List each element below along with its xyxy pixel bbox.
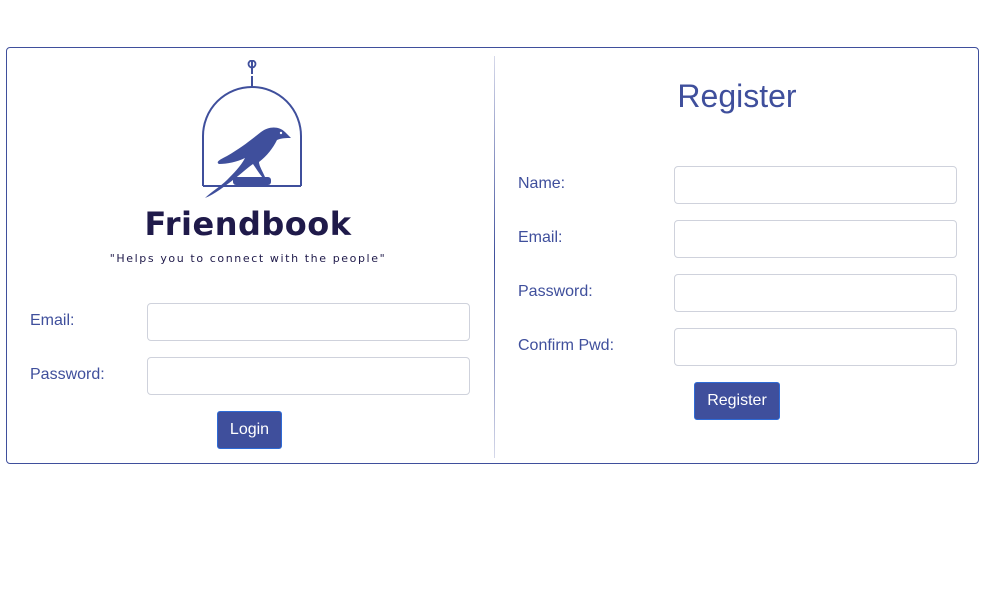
login-password-input[interactable] bbox=[147, 357, 470, 395]
register-password-input[interactable] bbox=[674, 274, 957, 312]
auth-card: Friendbook "Helps you to connect with th… bbox=[6, 47, 979, 464]
register-email-input[interactable] bbox=[674, 220, 957, 258]
register-confirm-label: Confirm Pwd: bbox=[518, 337, 615, 354]
login-button[interactable]: Login bbox=[217, 411, 282, 449]
bird-cage-logo-icon bbox=[202, 60, 302, 198]
register-email-label: Email: bbox=[518, 229, 563, 246]
register-name-label: Name: bbox=[518, 175, 566, 192]
brand-name: Friendbook bbox=[144, 205, 352, 243]
register-password-label: Password: bbox=[518, 283, 593, 300]
login-email-label: Email: bbox=[30, 312, 75, 329]
register-name-input[interactable] bbox=[674, 166, 957, 204]
login-password-label: Password: bbox=[30, 366, 105, 383]
login-email-input[interactable] bbox=[147, 303, 470, 341]
panel-divider bbox=[494, 56, 495, 458]
register-confirm-input[interactable] bbox=[674, 328, 957, 366]
register-button[interactable]: Register bbox=[694, 382, 780, 420]
brand-tagline: "Helps you to connect with the people" bbox=[109, 252, 387, 265]
register-title: Register bbox=[677, 78, 797, 114]
